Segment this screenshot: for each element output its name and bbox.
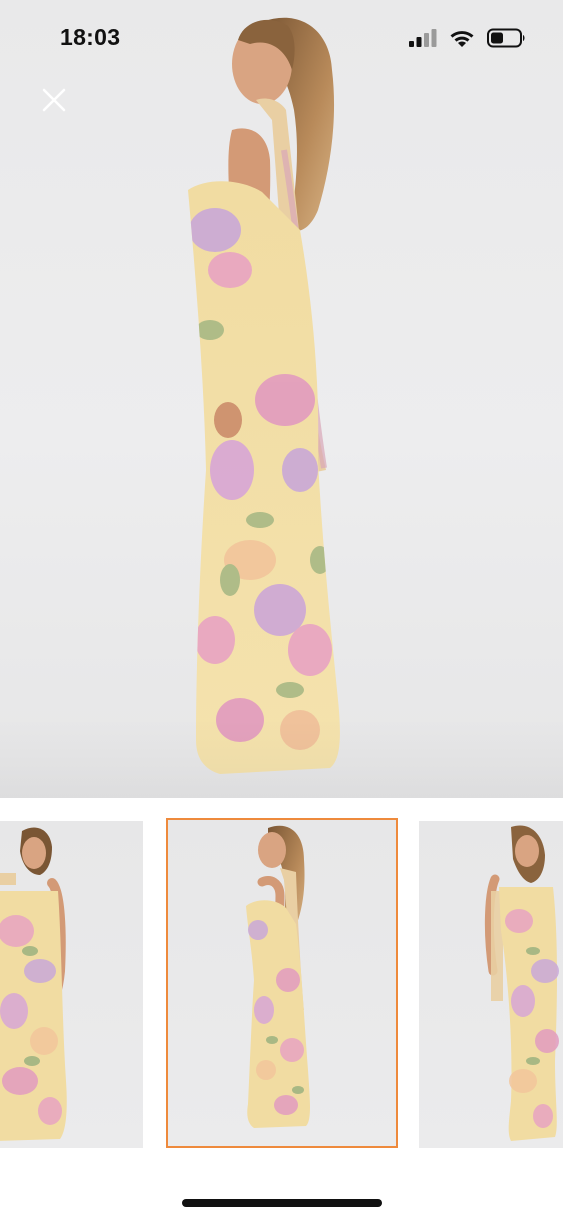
wifi-icon xyxy=(450,31,474,47)
thumbnail-three-quarter-view-image xyxy=(484,825,559,1141)
close-button[interactable] xyxy=(36,82,72,118)
cellular-signal-icon xyxy=(409,29,437,47)
main-product-photo[interactable] xyxy=(0,0,563,798)
floor-shadow xyxy=(0,718,563,798)
close-icon xyxy=(42,88,66,112)
battery-icon xyxy=(487,28,525,48)
product-image-viewer: 18:03 xyxy=(0,0,563,1219)
status-bar: 18:03 xyxy=(0,0,563,78)
status-time: 18:03 xyxy=(60,24,121,50)
thumbnail-side-view[interactable] xyxy=(166,818,398,1148)
thumbnail-side-view-image xyxy=(246,825,310,1128)
home-indicator[interactable] xyxy=(182,1199,382,1207)
thumbnail-front-view-image xyxy=(0,827,67,1141)
model-in-floral-dress-side-view xyxy=(188,17,340,774)
status-icons xyxy=(409,26,527,50)
thumbnail-front-view[interactable] xyxy=(0,821,143,1148)
thumbnail-three-quarter-view[interactable] xyxy=(419,821,563,1148)
thumbnail-strip xyxy=(0,818,563,1150)
